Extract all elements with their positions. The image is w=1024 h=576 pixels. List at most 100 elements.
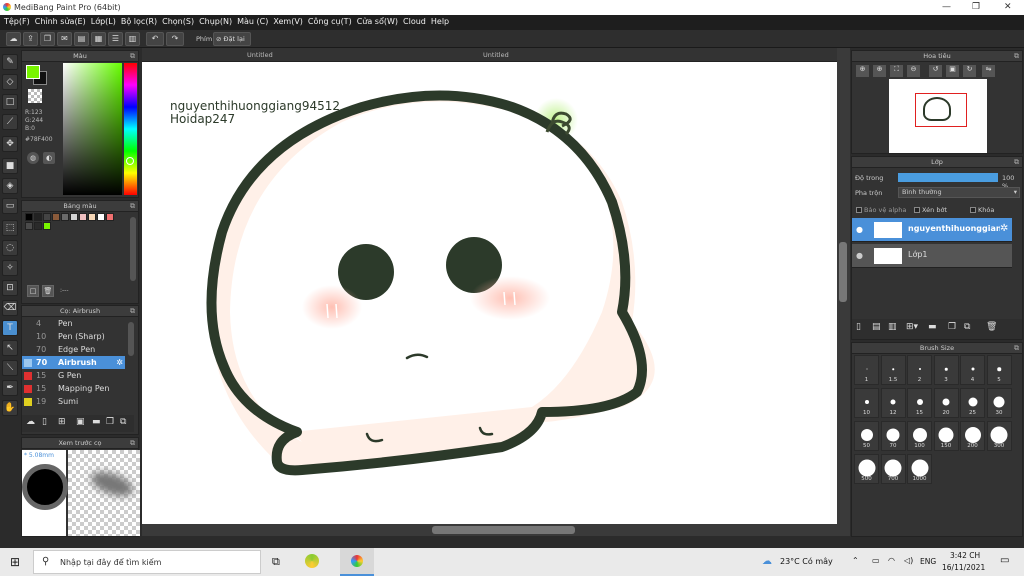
- menu-layer[interactable]: Lớp(L): [91, 15, 121, 30]
- hue-slider[interactable]: [124, 63, 137, 195]
- brush-size-option[interactable]: 700: [880, 454, 906, 484]
- notification-icon[interactable]: ▭: [1000, 555, 1009, 566]
- navigator-thumbnail[interactable]: [889, 79, 987, 153]
- lasso-tool-icon[interactable]: ◌: [2, 240, 18, 256]
- menu-tools[interactable]: Công cụ(T): [308, 15, 357, 30]
- brush-size-option[interactable]: 150: [933, 421, 959, 451]
- brush-item[interactable]: 15 Mapping Pen: [22, 382, 125, 395]
- clock-time[interactable]: 3:42 CH: [950, 551, 980, 560]
- dot-tool-icon[interactable]: □: [2, 94, 18, 110]
- taskbar-search[interactable]: ⚲ Nhập tại đây để tìm kiếm: [33, 550, 261, 574]
- drawing-canvas[interactable]: nguyenthihuonggiang94512 Hoidap247: [142, 62, 837, 524]
- hand-tool-icon[interactable]: ✋: [2, 400, 18, 416]
- grid-icon[interactable]: ▦: [91, 32, 106, 46]
- protect-alpha-checkbox[interactable]: [856, 207, 862, 213]
- saturation-value-picker[interactable]: [63, 63, 122, 195]
- new-palette-icon[interactable]: □: [27, 285, 39, 297]
- palette-swatch[interactable]: [43, 213, 51, 221]
- transparent-swatch[interactable]: [28, 89, 42, 103]
- new-layer-icon[interactable]: ▯: [856, 322, 861, 332]
- panel-close-icon[interactable]: ⧉: [1014, 51, 1019, 62]
- volume-icon[interactable]: ◁): [904, 556, 913, 565]
- brush-settings-icon[interactable]: ▣: [76, 417, 85, 427]
- palette-swatch[interactable]: [34, 222, 42, 230]
- magic-wand-tool-icon[interactable]: ✧: [2, 260, 18, 276]
- palette-swatch[interactable]: [25, 213, 33, 221]
- brush-size-option[interactable]: 2: [907, 355, 932, 385]
- merge-layer-icon[interactable]: ⧉: [964, 322, 970, 332]
- vertical-scrollbar[interactable]: [837, 62, 849, 524]
- menu-file[interactable]: Tệp(F): [4, 15, 35, 30]
- brush-item[interactable]: 10 Pen (Sharp): [22, 330, 125, 343]
- palette-swatch[interactable]: [34, 213, 42, 221]
- brush-size-option[interactable]: 15: [907, 388, 932, 418]
- horizontal-scroll-thumb[interactable]: [432, 526, 575, 534]
- zoom-in-2-icon[interactable]: ⊕: [873, 65, 886, 77]
- panel-close-icon[interactable]: ⧉: [130, 51, 135, 62]
- rotate-right-icon[interactable]: ↻: [963, 65, 976, 77]
- menu-color[interactable]: Màu (C): [237, 15, 273, 30]
- brush-size-option[interactable]: 100: [907, 421, 932, 451]
- tab-untitled-2[interactable]: Untitled: [483, 50, 509, 61]
- duplicate-layer-icon[interactable]: ❐: [948, 322, 956, 332]
- redo-icon[interactable]: ↷: [166, 32, 184, 46]
- brush-size-option[interactable]: 12: [880, 388, 906, 418]
- tray-chevron-icon[interactable]: ⌃: [852, 556, 859, 565]
- copy-icon[interactable]: ❐: [40, 32, 55, 46]
- tab-untitled-1[interactable]: Untitled: [247, 50, 273, 61]
- color-mode-icon[interactable]: ◐: [43, 152, 55, 164]
- palette-swatch[interactable]: [106, 213, 114, 221]
- eraser-tool-icon[interactable]: ◇: [2, 74, 18, 90]
- panel-close-icon[interactable]: ⧉: [1014, 343, 1019, 354]
- palette-swatch[interactable]: [25, 222, 33, 230]
- horizontal-scrollbar[interactable]: [142, 524, 837, 536]
- brush-tool-icon[interactable]: ✎: [2, 54, 18, 70]
- lock-option[interactable]: Khóa: [970, 206, 994, 214]
- layer-row-selected[interactable]: ● nguyenthihuonggiang ✲: [852, 218, 1012, 242]
- windows-start-icon[interactable]: ⊞: [10, 555, 20, 569]
- menu-help[interactable]: Help: [431, 15, 454, 30]
- new-halftone-layer-icon[interactable]: ▤: [872, 322, 881, 332]
- brush-item-selected[interactable]: 70 Airbrush ✲: [22, 356, 125, 369]
- task-view-icon[interactable]: ⧉: [272, 555, 280, 569]
- brush-size-option[interactable]: 3: [933, 355, 959, 385]
- layout-icon[interactable]: ▥: [125, 32, 140, 46]
- delete-brush-icon[interactable]: ⧉: [120, 417, 126, 427]
- brush-size-option[interactable]: 25: [960, 388, 985, 418]
- delete-layer-icon[interactable]: 🗑: [986, 322, 997, 332]
- folder-icon[interactable]: ▬: [928, 322, 937, 332]
- eyedropper-tool-icon[interactable]: ✒: [2, 380, 18, 396]
- hue-slider-handle[interactable]: [126, 157, 134, 165]
- menu-window[interactable]: Cửa sổ(W): [357, 15, 403, 30]
- opacity-slider[interactable]: [898, 173, 998, 182]
- brush-size-option[interactable]: 4: [960, 355, 985, 385]
- pen-tool-icon[interactable]: ⟋: [2, 114, 18, 130]
- panel-close-icon[interactable]: ⧉: [1014, 157, 1019, 168]
- shape-tool-icon[interactable]: ■: [2, 158, 18, 174]
- brush-scrollbar[interactable]: [128, 322, 134, 356]
- menu-cloud[interactable]: Cloud: [403, 15, 431, 30]
- brush-size-option[interactable]: 5: [986, 355, 1012, 385]
- fit-icon[interactable]: ⛶: [890, 65, 903, 77]
- flip-icon[interactable]: ⇋: [982, 65, 995, 77]
- brush-item[interactable]: 70 Edge Pen: [22, 343, 125, 356]
- weather-text[interactable]: 23°C Có mây: [780, 557, 833, 566]
- add-layer-menu-icon[interactable]: ⊞▾: [906, 322, 918, 332]
- page-icon[interactable]: ▤: [74, 32, 89, 46]
- folder-icon[interactable]: ▬: [92, 417, 101, 427]
- brush-item[interactable]: 19 Sumi: [22, 395, 125, 408]
- menu-filter[interactable]: Bộ lọc(R): [121, 15, 162, 30]
- visibility-eye-icon[interactable]: ●: [856, 225, 863, 234]
- brush-size-option[interactable]: 10: [854, 388, 879, 418]
- brush-size-option[interactable]: 30: [986, 388, 1012, 418]
- brush-size-option[interactable]: 1000: [907, 454, 932, 484]
- select-eraser-tool-icon[interactable]: ⌫: [2, 300, 18, 316]
- brush-size-option[interactable]: 1.5: [880, 355, 906, 385]
- foreground-color-swatch[interactable]: [26, 65, 40, 79]
- blend-mode-select[interactable]: Bình thường ▾: [898, 187, 1020, 198]
- brush-size-option[interactable]: 50: [854, 421, 879, 451]
- panel-close-icon[interactable]: ⧉: [130, 201, 135, 212]
- rotate-left-icon[interactable]: ↺: [929, 65, 942, 77]
- new-8bit-layer-icon[interactable]: ▥: [888, 322, 897, 332]
- clock-date[interactable]: 16/11/2021: [942, 563, 985, 572]
